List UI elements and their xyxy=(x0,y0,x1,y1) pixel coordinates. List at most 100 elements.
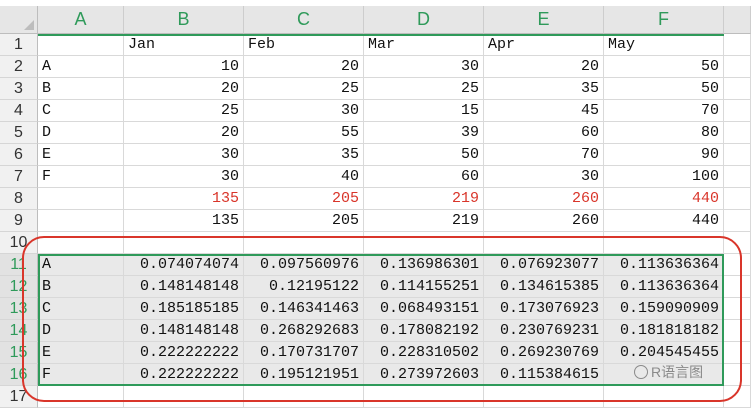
cell-f12[interactable]: 0.113636364 xyxy=(604,276,724,298)
cell-c17[interactable] xyxy=(244,386,364,408)
cell-d2[interactable]: 30 xyxy=(364,56,484,78)
cell-b4[interactable]: 25 xyxy=(124,100,244,122)
column-header-c[interactable]: C xyxy=(244,6,364,34)
cell-b13[interactable]: 0.185185185 xyxy=(124,298,244,320)
cell-d13[interactable]: 0.068493151 xyxy=(364,298,484,320)
row-header-7[interactable]: 7 xyxy=(0,166,38,188)
column-header-a[interactable]: A xyxy=(38,6,124,34)
cell-a9[interactable] xyxy=(38,210,124,232)
cell-a4[interactable]: C xyxy=(38,100,124,122)
cell-e16[interactable]: 0.115384615 xyxy=(484,364,604,386)
cell-d3[interactable]: 25 xyxy=(364,78,484,100)
row-header-2[interactable]: 2 xyxy=(0,56,38,78)
cell-a11[interactable]: A xyxy=(38,254,124,276)
cell-b15[interactable]: 0.222222222 xyxy=(124,342,244,364)
row-header-6[interactable]: 6 xyxy=(0,144,38,166)
cell-c6[interactable]: 35 xyxy=(244,144,364,166)
cell-c9[interactable]: 205 xyxy=(244,210,364,232)
cell-f6[interactable]: 90 xyxy=(604,144,724,166)
cell-f14[interactable]: 0.181818182 xyxy=(604,320,724,342)
row-header-9[interactable]: 9 xyxy=(0,210,38,232)
cell-e13[interactable]: 0.173076923 xyxy=(484,298,604,320)
cell-b1[interactable]: Jan xyxy=(124,34,244,56)
cell-a16[interactable]: F xyxy=(38,364,124,386)
cell-d17[interactable] xyxy=(364,386,484,408)
cell-f8[interactable]: 440 xyxy=(604,188,724,210)
cell-d5[interactable]: 39 xyxy=(364,122,484,144)
cell-e7[interactable]: 30 xyxy=(484,166,604,188)
cell-d14[interactable]: 0.178082192 xyxy=(364,320,484,342)
cell-d15[interactable]: 0.228310502 xyxy=(364,342,484,364)
cell-c14[interactable]: 0.268292683 xyxy=(244,320,364,342)
cell-e14[interactable]: 0.230769231 xyxy=(484,320,604,342)
cell-c15[interactable]: 0.170731707 xyxy=(244,342,364,364)
cell-d6[interactable]: 50 xyxy=(364,144,484,166)
cell-b3[interactable]: 20 xyxy=(124,78,244,100)
cell-e17[interactable] xyxy=(484,386,604,408)
cell-a13[interactable]: C xyxy=(38,298,124,320)
cell-a12[interactable]: B xyxy=(38,276,124,298)
cell-f17[interactable] xyxy=(604,386,724,408)
cell-e12[interactable]: 0.134615385 xyxy=(484,276,604,298)
cell-c12[interactable]: 0.12195122 xyxy=(244,276,364,298)
cell-c4[interactable]: 30 xyxy=(244,100,364,122)
cell-e11[interactable]: 0.076923077 xyxy=(484,254,604,276)
column-header-b[interactable]: B xyxy=(124,6,244,34)
cell-e8[interactable]: 260 xyxy=(484,188,604,210)
cell-a2[interactable]: A xyxy=(38,56,124,78)
row-header-13[interactable]: 13 xyxy=(0,298,38,320)
cell-c16[interactable]: 0.195121951 xyxy=(244,364,364,386)
cell-b12[interactable]: 0.148148148 xyxy=(124,276,244,298)
cell-d7[interactable]: 60 xyxy=(364,166,484,188)
cell-c10[interactable] xyxy=(244,232,364,254)
cell-e1[interactable]: Apr xyxy=(484,34,604,56)
cell-e10[interactable] xyxy=(484,232,604,254)
cell-b17[interactable] xyxy=(124,386,244,408)
cell-f1[interactable]: May xyxy=(604,34,724,56)
cell-b9[interactable]: 135 xyxy=(124,210,244,232)
row-header-11[interactable]: 11 xyxy=(0,254,38,276)
cell-f10[interactable] xyxy=(604,232,724,254)
cell-f4[interactable]: 70 xyxy=(604,100,724,122)
cell-c8[interactable]: 205 xyxy=(244,188,364,210)
row-header-17[interactable]: 17 xyxy=(0,386,38,408)
cell-b10[interactable] xyxy=(124,232,244,254)
cell-e15[interactable]: 0.269230769 xyxy=(484,342,604,364)
column-header-e[interactable]: E xyxy=(484,6,604,34)
cell-f5[interactable]: 80 xyxy=(604,122,724,144)
cell-b16[interactable]: 0.222222222 xyxy=(124,364,244,386)
cell-c2[interactable]: 20 xyxy=(244,56,364,78)
cell-a10[interactable] xyxy=(38,232,124,254)
row-header-1[interactable]: 1 xyxy=(0,34,38,56)
cell-a5[interactable]: D xyxy=(38,122,124,144)
cell-f9[interactable]: 440 xyxy=(604,210,724,232)
row-header-10[interactable]: 10 xyxy=(0,232,38,254)
cell-b6[interactable]: 30 xyxy=(124,144,244,166)
cell-d10[interactable] xyxy=(364,232,484,254)
cell-e6[interactable]: 70 xyxy=(484,144,604,166)
cell-d1[interactable]: Mar xyxy=(364,34,484,56)
cell-c1[interactable]: Feb xyxy=(244,34,364,56)
cell-b2[interactable]: 10 xyxy=(124,56,244,78)
cell-d9[interactable]: 219 xyxy=(364,210,484,232)
cell-f2[interactable]: 50 xyxy=(604,56,724,78)
cell-a3[interactable]: B xyxy=(38,78,124,100)
cell-a6[interactable]: E xyxy=(38,144,124,166)
cell-f7[interactable]: 100 xyxy=(604,166,724,188)
cell-b11[interactable]: 0.074074074 xyxy=(124,254,244,276)
cell-d11[interactable]: 0.136986301 xyxy=(364,254,484,276)
row-header-12[interactable]: 12 xyxy=(0,276,38,298)
cell-e4[interactable]: 45 xyxy=(484,100,604,122)
cell-a8[interactable] xyxy=(38,188,124,210)
cell-b8[interactable]: 135 xyxy=(124,188,244,210)
cell-e3[interactable]: 35 xyxy=(484,78,604,100)
cell-b14[interactable]: 0.148148148 xyxy=(124,320,244,342)
cell-c5[interactable]: 55 xyxy=(244,122,364,144)
cell-d16[interactable]: 0.273972603 xyxy=(364,364,484,386)
cell-a14[interactable]: D xyxy=(38,320,124,342)
cell-c13[interactable]: 0.146341463 xyxy=(244,298,364,320)
cell-a15[interactable]: E xyxy=(38,342,124,364)
cell-f13[interactable]: 0.159090909 xyxy=(604,298,724,320)
cell-a7[interactable]: F xyxy=(38,166,124,188)
select-all-corner[interactable] xyxy=(0,6,38,34)
